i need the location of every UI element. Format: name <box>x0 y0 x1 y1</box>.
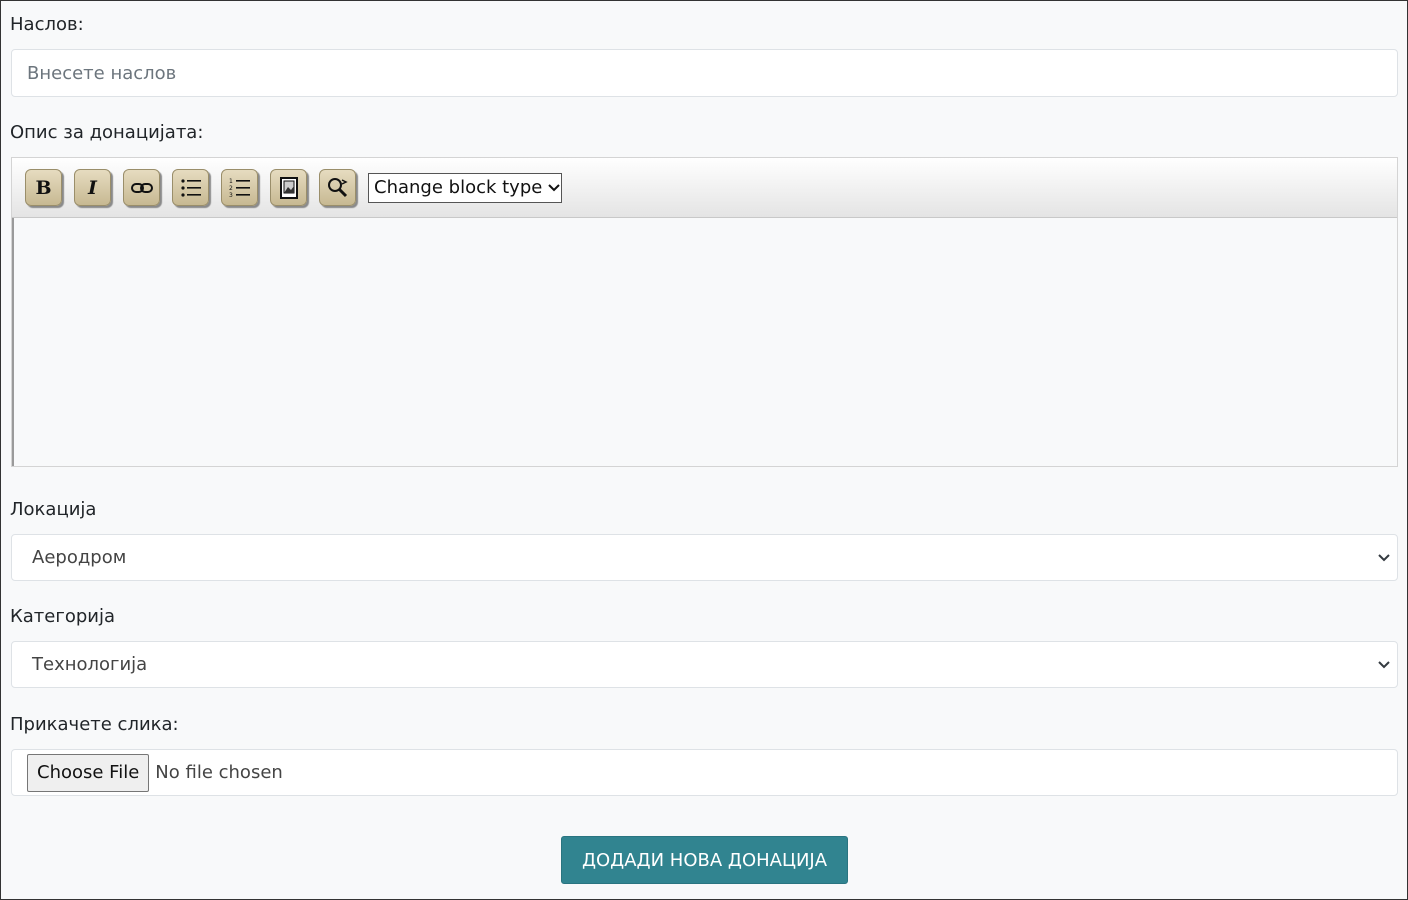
description-label: Опис за донацијата: <box>10 122 204 143</box>
title-label: Наслов: <box>10 14 84 35</box>
editor-text-area[interactable] <box>12 218 1397 466</box>
category-select[interactable]: Технологија <box>11 641 1398 688</box>
category-selected-value: Технологија <box>32 654 148 675</box>
italic-icon: I <box>88 176 97 199</box>
choose-file-button[interactable]: Choose File <box>27 753 150 792</box>
svg-text:1: 1 <box>229 178 233 185</box>
numbered-list-icon: 1 2 3 <box>229 178 250 198</box>
file-status: No file chosen <box>155 762 283 783</box>
bold-icon: B <box>35 176 52 199</box>
chevron-down-icon <box>1378 661 1390 669</box>
image-file-input: Choose File No file chosen <box>11 749 1398 796</box>
block-type-label: Change block type <box>374 177 543 198</box>
image-icon <box>279 176 298 199</box>
link-button[interactable] <box>123 169 160 206</box>
add-donation-button[interactable]: ДОДАДИ НОВА ДОНАЦИЈА <box>561 836 848 884</box>
chevron-down-icon <box>548 183 561 191</box>
chevron-down-icon <box>1378 554 1390 562</box>
location-select[interactable]: Аеродром <box>11 534 1398 581</box>
block-type-select[interactable]: Change block type <box>368 172 562 203</box>
location-selected-value: Аеродром <box>32 547 127 568</box>
link-icon <box>130 182 153 193</box>
bulleted-list-button[interactable] <box>172 169 209 206</box>
bulleted-list-icon <box>180 178 201 197</box>
editor-toolbar: B I 1 2 3 Change block type <box>12 158 1397 218</box>
image-button[interactable] <box>270 169 307 206</box>
svg-text:3: 3 <box>229 192 233 198</box>
numbered-list-button[interactable]: 1 2 3 <box>221 169 258 206</box>
image-label: Прикачете слика: <box>10 714 179 735</box>
preview-button[interactable] <box>319 169 356 206</box>
location-label: Локација <box>10 499 97 520</box>
title-input[interactable] <box>11 49 1398 97</box>
description-editor: B I 1 2 3 Change block type <box>11 157 1398 467</box>
category-label: Категорија <box>10 606 115 627</box>
preview-icon <box>327 177 348 197</box>
bold-button[interactable]: B <box>25 169 62 206</box>
svg-text:2: 2 <box>229 185 233 192</box>
italic-button[interactable]: I <box>74 169 111 206</box>
